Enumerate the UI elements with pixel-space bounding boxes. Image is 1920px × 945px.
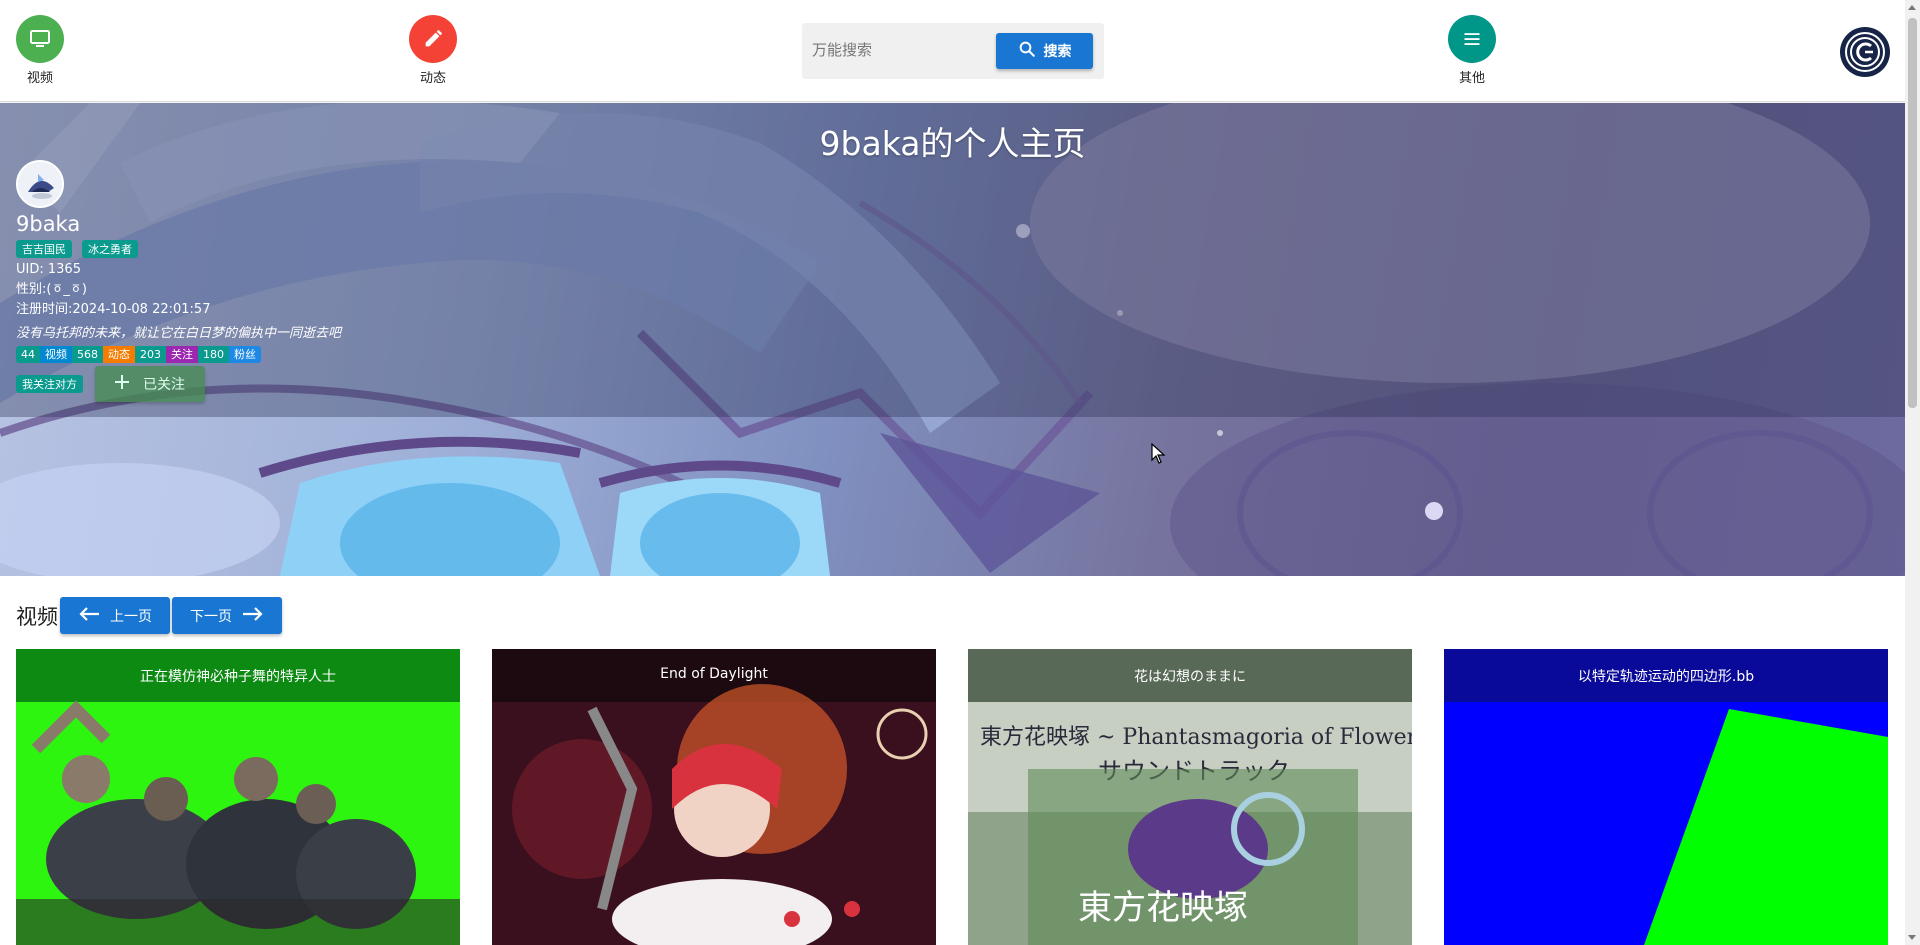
user-badges: 吉吉国民 冰之勇者 bbox=[16, 240, 341, 258]
nav-other[interactable]: 其他 bbox=[1432, 15, 1512, 86]
videos-header: 视频 上一页 下一页 bbox=[16, 597, 284, 634]
stat-fans-count[interactable]: 180 bbox=[198, 346, 229, 363]
site-logo[interactable] bbox=[1840, 27, 1890, 77]
video-title: 正在模仿神必种子舞的特异人士 bbox=[140, 669, 336, 685]
gender-line: 性别:(ㆆ_ㆆ) bbox=[16, 282, 341, 298]
search-button-label: 搜索 bbox=[1043, 44, 1072, 60]
stat-following-count[interactable]: 203 bbox=[135, 346, 166, 363]
uid-value: 1365 bbox=[47, 262, 81, 277]
user-stats: 44 视频 568 动态 203 关注 180 粉丝 bbox=[16, 346, 341, 363]
videos-section-title: 视频 bbox=[16, 604, 58, 629]
tv-icon bbox=[16, 15, 64, 63]
video-card[interactable]: 正在模仿神必种子舞的特异人士 bbox=[16, 649, 460, 945]
follow-status-badge: 我关注对方 bbox=[16, 375, 83, 393]
stat-following-label[interactable]: 关注 bbox=[166, 346, 198, 363]
scroll-thumb[interactable] bbox=[1908, 18, 1917, 408]
nav-other-label: 其他 bbox=[1458, 71, 1485, 86]
badge: 冰之勇者 bbox=[82, 240, 138, 258]
follow-row: 我关注对方 已关注 bbox=[16, 366, 341, 402]
mouse-cursor-icon bbox=[1151, 443, 1166, 464]
page-title: 9baka的个人主页 bbox=[819, 124, 1086, 163]
video-card[interactable]: 東方花映塚 ~ Phantasmagoria of Flower View. サ… bbox=[968, 649, 1412, 945]
stat-dynamic-count[interactable]: 568 bbox=[72, 346, 103, 363]
thumbnail-art-text: 東方花映塚 bbox=[1078, 888, 1248, 928]
video-title: 以特定轨迹运动的四边形.bb bbox=[1577, 669, 1755, 685]
pencil-icon bbox=[409, 15, 457, 63]
register-label: 注册时间: bbox=[16, 302, 73, 317]
video-grid: 正在模仿神必种子舞的特异人士 End of Daylight 東方花映塚 ~ P… bbox=[16, 649, 1888, 945]
gender-value: (ㆆ_ㆆ) bbox=[46, 282, 87, 297]
plus-icon bbox=[115, 375, 129, 393]
video-card[interactable]: 以特定轨迹运动的四边形.bb bbox=[1444, 649, 1888, 945]
prev-page-label: 上一页 bbox=[110, 608, 152, 625]
uid-line: UID: 1365 bbox=[16, 262, 341, 278]
profile-banner: 9baka的个人主页 9baka 吉吉国民 冰之勇者 UID: 1365 性别:… bbox=[0, 103, 1905, 576]
stat-videos-count[interactable]: 44 bbox=[16, 346, 40, 363]
uid-label: UID: bbox=[16, 262, 44, 277]
scroll-up-arrow-icon[interactable] bbox=[1908, 5, 1916, 10]
prev-page-button[interactable]: 上一页 bbox=[60, 597, 170, 634]
video-title: End of Daylight bbox=[660, 666, 768, 682]
stat-fans-label[interactable]: 粉丝 bbox=[229, 346, 261, 363]
user-motto: 没有乌托邦的未来，就让它在白日梦的偏执中一同逝去吧 bbox=[16, 326, 342, 341]
search-icon bbox=[1018, 40, 1036, 62]
top-navbar: 视频 动态 搜索 其他 bbox=[0, 0, 1905, 102]
gender-label: 性别: bbox=[16, 282, 47, 297]
scroll-down-arrow-icon[interactable] bbox=[1908, 935, 1916, 940]
search-bar: 搜索 bbox=[802, 23, 1104, 79]
next-page-button[interactable]: 下一页 bbox=[172, 597, 282, 634]
search-input[interactable] bbox=[812, 35, 992, 65]
video-title: 花は幻想のままに bbox=[1134, 669, 1246, 685]
nav-dynamic[interactable]: 动态 bbox=[393, 15, 473, 86]
nav-video-label: 视频 bbox=[26, 71, 53, 86]
nav-dynamic-label: 动态 bbox=[419, 71, 446, 86]
next-page-label: 下一页 bbox=[190, 608, 232, 625]
menu-icon bbox=[1448, 15, 1496, 63]
profile-info: 9baka 吉吉国民 冰之勇者 UID: 1365 性别:(ㆆ_ㆆ) 注册时间:… bbox=[16, 160, 341, 402]
badge: 吉吉国民 bbox=[16, 240, 72, 258]
thumbnail-art-text: 東方花映塚 ~ Phantasmagoria of Flower View. bbox=[980, 725, 1412, 750]
avatar[interactable] bbox=[16, 160, 64, 208]
follow-button-label: 已关注 bbox=[143, 377, 185, 393]
stat-dynamic-label[interactable]: 动态 bbox=[103, 346, 135, 363]
stat-videos-label[interactable]: 视频 bbox=[40, 346, 72, 363]
username: 9baka bbox=[16, 212, 81, 236]
register-line: 注册时间:2024-10-08 22:01:57 bbox=[16, 302, 341, 318]
arrow-left-icon bbox=[78, 606, 100, 626]
search-button[interactable]: 搜索 bbox=[996, 33, 1093, 69]
nav-video[interactable]: 视频 bbox=[0, 15, 80, 86]
page-scrollbar[interactable] bbox=[1905, 0, 1920, 945]
video-card[interactable]: End of Daylight bbox=[492, 649, 936, 945]
register-time: 2024-10-08 22:01:57 bbox=[72, 302, 211, 317]
arrow-right-icon bbox=[242, 606, 264, 626]
follow-button[interactable]: 已关注 bbox=[95, 366, 205, 402]
